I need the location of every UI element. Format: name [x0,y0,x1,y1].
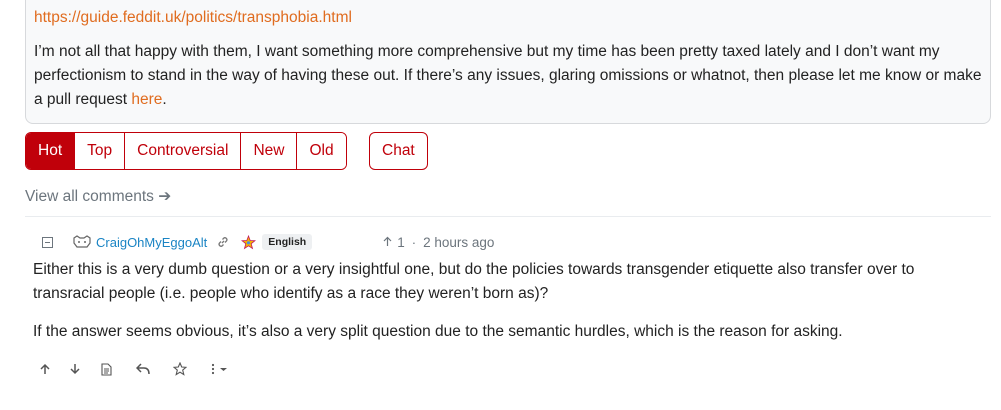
comment-body: Either this is a very dumb question or a… [33,258,983,358]
comment-header: CraigOhMyEggoAlt English 1 · 2 hours ago [42,232,494,252]
post-text-end: . [162,91,167,108]
chat-button[interactable]: Chat [369,132,428,170]
score-arrow-icon [383,235,392,250]
comment-sort-group: Hot Top Controversial New Old [25,132,347,170]
sort-new-button[interactable]: New [241,133,298,169]
arrow-down-icon[interactable] [66,360,84,378]
comment-paragraph: If the answer seems obvious, it’s also a… [33,323,843,340]
comment-actions [36,360,234,378]
star-icon[interactable] [171,360,189,378]
collapse-minus-icon[interactable] [42,236,53,248]
language-badge: English [262,234,313,250]
sort-controversial-button[interactable]: Controversial [125,133,242,169]
arrow-up-icon[interactable] [36,360,54,378]
post-text-content: I’m not all that happy with them, I want… [34,43,982,108]
comment-time[interactable]: 2 hours ago [423,235,494,250]
rainbow-star-icon [241,234,257,250]
comment-paragraph: Either this is a very dumb question or a… [33,261,915,302]
pixel-avatar-icon [72,235,92,249]
view-all-comments-link[interactable]: View all comments ➔ [25,187,171,206]
more-vertical-icon[interactable] [208,360,234,378]
comments-divider [25,216,991,217]
post-body: https://guide.feddit.uk/politics/transph… [25,0,991,124]
post-link[interactable]: https://guide.feddit.uk/politics/transph… [34,7,982,29]
score-value: 1 [397,234,405,250]
post-text: I’m not all that happy with them, I want… [34,40,989,112]
pull-request-link[interactable]: here [131,91,162,108]
comment-score: 1 [383,235,405,250]
sort-top-button[interactable]: Top [75,133,126,169]
sort-old-button[interactable]: Old [297,133,346,169]
reply-icon[interactable] [134,360,152,378]
sort-hot-button[interactable]: Hot [26,133,76,169]
link-icon[interactable] [216,235,230,249]
comment-username[interactable]: CraigOhMyEggoAlt [96,235,207,250]
document-icon[interactable] [97,360,115,378]
meta-separator: · [411,234,417,250]
